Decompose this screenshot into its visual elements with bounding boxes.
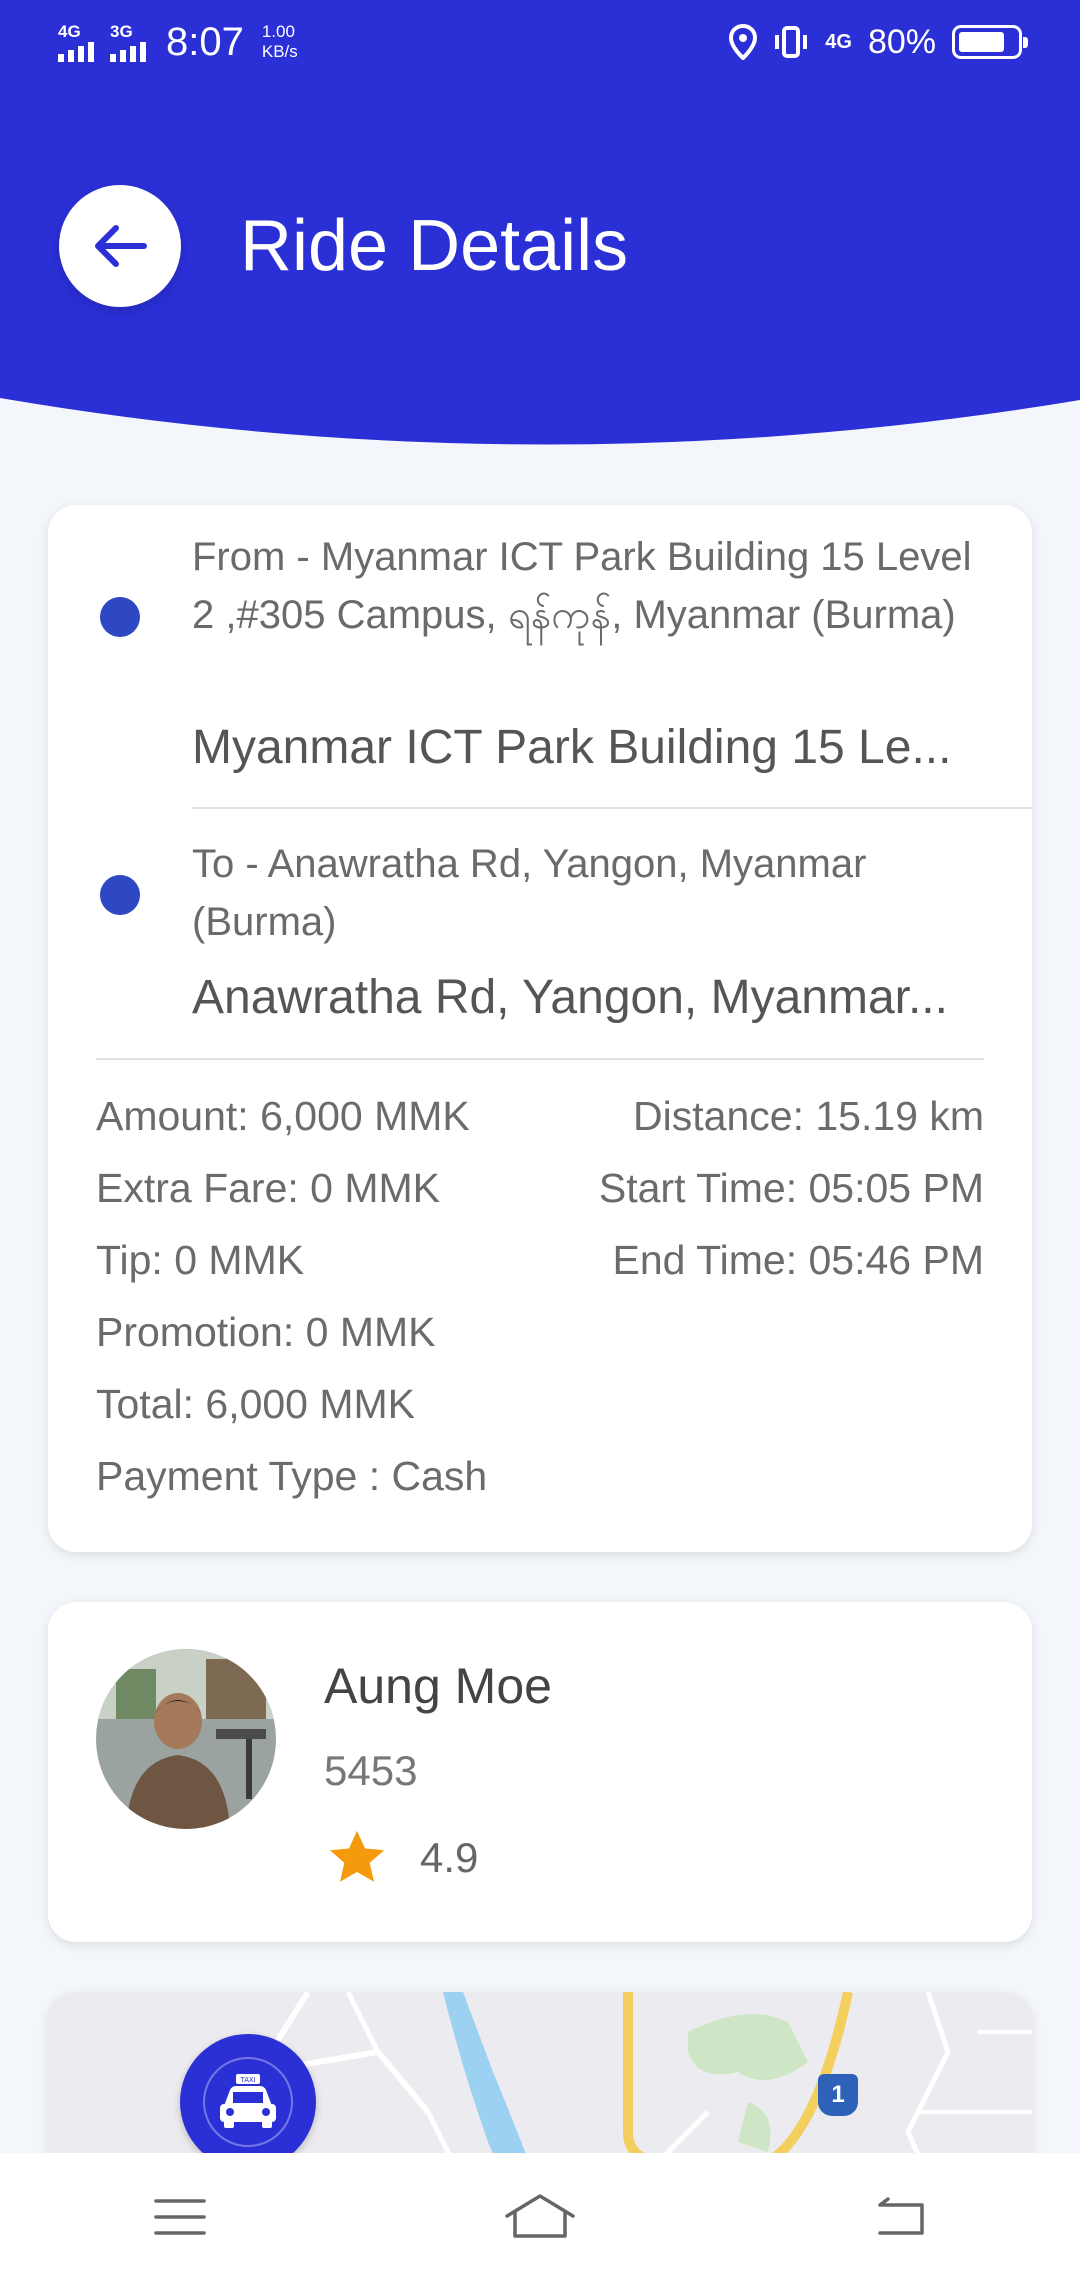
home-button[interactable] bbox=[470, 2172, 610, 2262]
fare-row: Promotion: 0 MMK bbox=[96, 1296, 984, 1368]
amount: Amount: 6,000 MMK bbox=[96, 1092, 470, 1139]
fare-row: Payment Type : Cash bbox=[96, 1440, 984, 1512]
pickup-dot-icon bbox=[100, 597, 140, 637]
end-time: End Time: 05:46 PM bbox=[612, 1236, 984, 1283]
menu-icon bbox=[154, 2198, 206, 2235]
driver-id: 5453 bbox=[324, 1747, 418, 1794]
fare-row: Extra Fare: 0 MMK Start Time: 05:05 PM bbox=[96, 1152, 984, 1224]
status-bar: 4G 3G 8:07 1.00 KB/s 4G 80% bbox=[0, 0, 1080, 84]
fare-row: Tip: 0 MMK End Time: 05:46 PM bbox=[96, 1224, 984, 1296]
back-arrow-icon bbox=[95, 225, 147, 267]
divider bbox=[96, 1058, 984, 1060]
dropoff-address-short: Anawratha Rd, Yangon, Myanmar... bbox=[192, 971, 948, 1024]
taxi-icon: TAXI bbox=[203, 2057, 293, 2147]
system-nav-bar bbox=[0, 2153, 1080, 2280]
menu-button[interactable] bbox=[110, 2172, 250, 2262]
divider bbox=[192, 807, 1032, 809]
star-icon bbox=[329, 1830, 385, 1882]
driver-rating: 4.9 bbox=[420, 1834, 479, 1881]
taxi-location-button[interactable]: TAXI bbox=[180, 2034, 316, 2170]
network-speed: 1.00 KB/s bbox=[261, 22, 298, 61]
vibrate-icon bbox=[775, 26, 808, 58]
fare-row: Total: 6,000 MMK bbox=[96, 1368, 984, 1440]
battery-icon bbox=[952, 25, 1028, 59]
signal-icon-2: 3G bbox=[110, 23, 146, 62]
promotion: Promotion: 0 MMK bbox=[96, 1308, 436, 1355]
ride-summary-card: From - Myanmar ICT Park Building 15 Leve… bbox=[48, 505, 1032, 1552]
driver-card[interactable]: Aung Moe 5453 4.9 bbox=[48, 1602, 1032, 1942]
route-badge: 1 bbox=[818, 2074, 858, 2116]
fare-row: Amount: 6,000 MMK Distance: 15.19 km bbox=[96, 1080, 984, 1152]
total: Total: 6,000 MMK bbox=[96, 1380, 416, 1427]
signal-icon: 4G bbox=[58, 23, 94, 62]
clock: 8:07 bbox=[166, 19, 244, 64]
pickup-address-full: From - Myanmar ICT Park Building 15 Leve… bbox=[192, 535, 972, 637]
network-type: 4G bbox=[825, 30, 852, 53]
extra-fare: Extra Fare: 0 MMK bbox=[96, 1164, 441, 1211]
battery-percent: 80% bbox=[867, 22, 936, 61]
location-pin-icon bbox=[729, 24, 758, 60]
page-title: Ride Details bbox=[240, 206, 629, 286]
dropoff-dot-icon bbox=[100, 875, 140, 915]
distance: Distance: 15.19 km bbox=[633, 1092, 984, 1139]
home-icon bbox=[505, 2193, 575, 2238]
back-button[interactable] bbox=[59, 185, 181, 307]
back-nav-button[interactable] bbox=[830, 2172, 970, 2262]
tip: Tip: 0 MMK bbox=[96, 1236, 305, 1283]
payment-type: Payment Type : Cash bbox=[96, 1452, 488, 1499]
driver-name: Aung Moe bbox=[324, 1658, 552, 1714]
pickup-address-short: Myanmar ICT Park Building 15 Le... bbox=[192, 721, 952, 774]
svg-text:TAXI: TAXI bbox=[240, 2077, 255, 2084]
dropoff-address-full: To - Anawratha Rd, Yangon, Myanmar (Burm… bbox=[192, 842, 867, 944]
back-icon bbox=[878, 2196, 924, 2235]
avatar bbox=[96, 1649, 276, 1829]
start-time: Start Time: 05:05 PM bbox=[598, 1164, 984, 1211]
header: 4G 3G 8:07 1.00 KB/s 4G 80% Ride Details bbox=[0, 0, 1080, 460]
